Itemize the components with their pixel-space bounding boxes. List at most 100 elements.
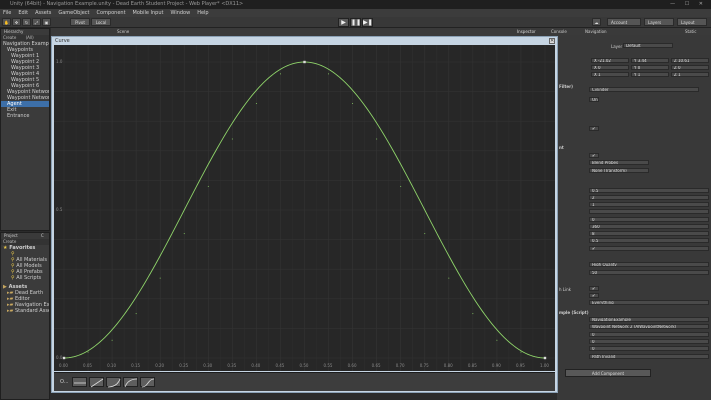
- assets-list: ▸▰ Dead Earth▸▰ Editor▸▰ Navigation Exam…: [1, 290, 49, 314]
- curve-preset-button[interactable]: [106, 377, 121, 388]
- nav-agent-field[interactable]: [589, 209, 709, 214]
- link-checkbox-2[interactable]: ✔: [589, 293, 599, 298]
- rotate-tool-icon[interactable]: ↻: [22, 18, 31, 26]
- tab-navigation[interactable]: Navigation: [585, 28, 607, 35]
- curve-graph-area[interactable]: 0.00 0.05 0.10 0.15 0.20 0.25 0.30 0.35 0.40 0.45…: [54, 2, 555, 388]
- position-z-field[interactable]: Z 10.61: [671, 58, 709, 63]
- window-controls[interactable]: — ☐ ✕: [670, 0, 707, 9]
- rect-tool-icon[interactable]: ▣: [42, 18, 51, 26]
- priority-field[interactable]: 50: [589, 270, 709, 275]
- tab-scene[interactable]: Scene: [117, 28, 129, 36]
- close-icon[interactable]: ✕: [549, 38, 555, 44]
- cloud-icon[interactable]: ☁: [592, 18, 601, 26]
- hierarchy-create-button[interactable]: Create: [3, 35, 16, 40]
- x-tick-label: 0.45: [275, 363, 284, 368]
- layout-dropdown[interactable]: Layout: [677, 18, 707, 26]
- rotation-x-field[interactable]: X 0: [591, 65, 629, 70]
- offmesh-link-label: h Link: [559, 287, 571, 292]
- curve-sample-point: [255, 102, 257, 104]
- hierarchy-search-input[interactable]: (All): [26, 35, 34, 40]
- scale-z-field[interactable]: Z 1: [671, 72, 709, 77]
- account-dropdown[interactable]: Account: [607, 18, 641, 26]
- x-tick-label: 0.75: [420, 363, 429, 368]
- nav-agent-field[interactable]: ✔: [589, 246, 709, 251]
- asset-folder[interactable]: ▸▰ Standard Assets: [1, 308, 49, 314]
- play-button[interactable]: ▶: [338, 18, 349, 27]
- scale-tool-icon[interactable]: ⤢: [32, 18, 41, 26]
- move-tool-icon[interactable]: ✥: [12, 18, 21, 26]
- hand-tool-icon[interactable]: ✋: [2, 18, 11, 26]
- renderer-field[interactable]: On: [589, 97, 599, 102]
- tab-project[interactable]: Project: [4, 233, 18, 238]
- script-field[interactable]: Path Invalid: [589, 354, 709, 359]
- asset-folder-label: Standard Assets: [14, 308, 49, 314]
- curve-sample-point: [207, 185, 209, 187]
- menu-item-assets[interactable]: Assets: [35, 9, 51, 17]
- script-field[interactable]: 0: [589, 339, 709, 344]
- rotation-y-field[interactable]: Y 0: [631, 65, 669, 70]
- local-toggle[interactable]: Local: [91, 18, 111, 26]
- presets-label[interactable]: O...: [60, 379, 69, 385]
- curve-preset-button[interactable]: [89, 377, 104, 388]
- rotation-z-field[interactable]: Z 0: [671, 65, 709, 70]
- script-header[interactable]: mple (Script): [559, 310, 589, 315]
- step-button[interactable]: ▶❚: [362, 18, 373, 27]
- tab-inspector[interactable]: Inspector: [517, 28, 536, 35]
- renderer-field[interactable]: Blend Probes: [589, 160, 649, 165]
- menu-item-edit[interactable]: Edit: [18, 9, 28, 17]
- menu-item-component[interactable]: Component: [97, 9, 126, 17]
- curve-preset-button[interactable]: [140, 377, 155, 388]
- script-field[interactable]: 0: [589, 332, 709, 337]
- quality-dropdown[interactable]: High Quality: [589, 262, 709, 267]
- curve-preset-button[interactable]: [72, 377, 87, 387]
- favorite-item[interactable]: ⚲ All Scripts: [1, 275, 49, 281]
- renderer-field[interactable]: ✔: [589, 126, 599, 131]
- menu-item-window[interactable]: Window: [170, 9, 190, 17]
- hierarchy-item[interactable]: Entrance: [1, 113, 49, 119]
- curve-keyframe[interactable]: [543, 356, 547, 360]
- curve-keyframe[interactable]: [303, 60, 306, 64]
- x-tick-label: 1.00: [540, 363, 549, 368]
- script-field[interactable]: 0: [589, 346, 709, 351]
- nav-agent-field[interactable]: 360: [589, 224, 709, 229]
- y-tick-label: 1.0: [56, 59, 63, 64]
- tab-console-short[interactable]: C: [41, 233, 44, 238]
- menu-item-help[interactable]: Help: [197, 9, 208, 17]
- position-y-field[interactable]: Y 3.44: [631, 58, 669, 63]
- link-checkbox-1[interactable]: ✔: [589, 286, 599, 291]
- menu-item-mobile-input[interactable]: Mobile Input: [133, 9, 164, 17]
- layer-dropdown[interactable]: Default: [623, 43, 673, 48]
- menu-item-gameobject[interactable]: GameObject: [58, 9, 89, 17]
- curve-preset-button[interactable]: [123, 377, 138, 388]
- curve-sample-point: [231, 138, 233, 140]
- mesh-field[interactable]: Cylinder: [589, 87, 699, 92]
- nav-agent-field[interactable]: 0: [589, 217, 709, 222]
- menu-item-file[interactable]: File: [3, 9, 11, 17]
- static-toggle[interactable]: Static: [685, 28, 696, 35]
- mesh-filter-header[interactable]: Filter): [559, 84, 573, 89]
- script-field[interactable]: NavigationExample: [589, 317, 709, 322]
- nav-agent-header[interactable]: nt: [559, 145, 564, 150]
- nav-agent-field[interactable]: 0.5: [589, 188, 709, 193]
- nav-agent-field[interactable]: 8: [589, 231, 709, 236]
- nav-agent-field[interactable]: 2: [589, 195, 709, 200]
- nav-agent-field[interactable]: 0.5: [589, 238, 709, 243]
- scale-y-field[interactable]: Y 1: [631, 72, 669, 77]
- layers-dropdown[interactable]: Layers: [644, 18, 674, 26]
- add-component-button[interactable]: Add Component: [565, 369, 651, 377]
- tab-console[interactable]: Console: [551, 28, 567, 35]
- renderer-field[interactable]: None (Transform): [589, 168, 649, 173]
- renderer-field[interactable]: ✔: [589, 153, 599, 158]
- curve-keyframe[interactable]: [62, 356, 66, 360]
- area-mask-dropdown[interactable]: Everything: [589, 300, 709, 305]
- pivot-toggle[interactable]: Pivot: [70, 18, 90, 26]
- scale-x-field[interactable]: X 1: [591, 72, 629, 77]
- position-x-field[interactable]: X -21.02: [591, 58, 629, 63]
- pause-button[interactable]: ❚❚: [350, 18, 361, 27]
- x-tick-label: 0.30: [203, 363, 212, 368]
- script-field[interactable]: Waypoint Network 2 (AIWaypointNetwork): [589, 324, 709, 329]
- folder-icon: ▸▰: [7, 308, 14, 314]
- hierarchy-list: Navigation Example Waypoints Waypoint 1 Way…: [1, 41, 49, 119]
- nav-agent-field[interactable]: 1: [589, 202, 709, 207]
- curve-chart[interactable]: 0.00 0.05 0.10 0.15 0.20 0.25 0.30 0.35 0.40 0.45…: [54, 2, 555, 388]
